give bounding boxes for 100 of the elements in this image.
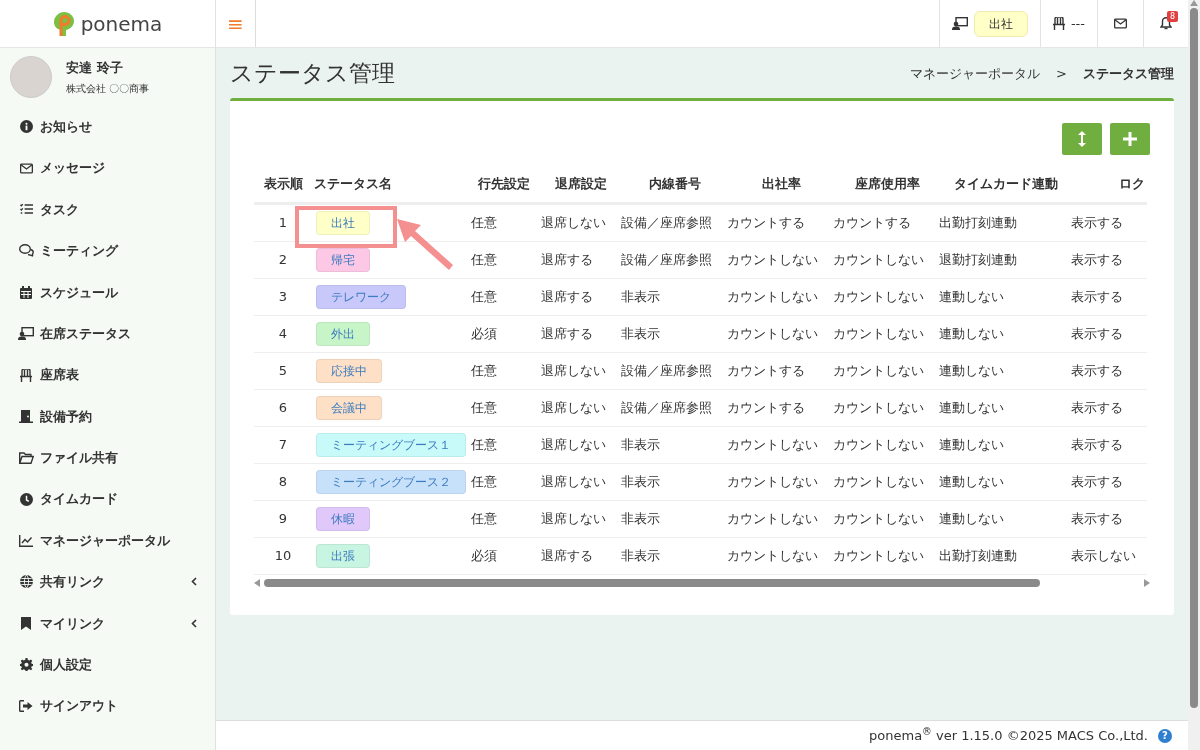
status-tag: 帰宅 (316, 248, 370, 273)
add-button[interactable] (1110, 122, 1150, 155)
breadcrumb-current: ステータス管理 (1083, 65, 1174, 84)
column-header[interactable]: 行先設定 (467, 164, 537, 204)
table-cell: 退席しない (537, 500, 617, 538)
breadcrumb-link[interactable]: マネージャーポータル (910, 64, 1041, 84)
table-cell: カウントしない (829, 315, 935, 353)
table-cell: 任意 (467, 203, 537, 242)
table-cell: 6 (254, 389, 312, 427)
leaf-logo-icon (52, 10, 75, 37)
table-cell: 表示する (1067, 389, 1147, 427)
table-cell: 任意 (467, 352, 537, 390)
sidebar-item[interactable]: スケジュール (0, 271, 215, 313)
column-header[interactable]: ロク (1067, 164, 1147, 204)
table-cell: 出勤打刻連動 (935, 203, 1067, 242)
chevron-left-icon (191, 618, 197, 628)
scroll-right-icon[interactable] (1144, 579, 1150, 588)
table-cell: 表示する (1067, 315, 1147, 353)
table-cell: 退席する (537, 315, 617, 353)
chat-bubbles-icon (18, 244, 34, 258)
table-cell: カウントする (829, 203, 935, 242)
company-name: 株式会社 〇〇商事 (66, 82, 150, 97)
status-tag: 出張 (316, 544, 370, 569)
table-cell: 設備／座席参照 (617, 352, 723, 390)
table-cell: カウントしない (829, 463, 935, 501)
table-cell: 任意 (467, 389, 537, 427)
sidebar-item[interactable]: マイリンク (0, 602, 215, 645)
status-tag: 出社 (316, 211, 370, 236)
table-cell: 2 (254, 241, 312, 279)
table-cell: カウントする (723, 352, 829, 390)
table-cell: 3 (254, 278, 312, 316)
table-cell: 連動しない (935, 389, 1067, 427)
table-cell: 退勤打刻連動 (935, 241, 1067, 279)
table-cell: 設備／座席参照 (617, 241, 723, 279)
column-header[interactable]: 内線番号 (617, 164, 723, 204)
table-cell: 退席しない (537, 463, 617, 501)
scroll-up-icon[interactable] (1190, 0, 1198, 6)
sort-button[interactable] (1062, 122, 1102, 155)
table-cell: カウントしない (723, 278, 829, 316)
column-header[interactable]: タイムカード連動 (935, 164, 1067, 204)
sidebar-item[interactable]: 設備予約 (0, 395, 215, 438)
table-cell: カウントしない (829, 278, 935, 316)
table-cell: 任意 (467, 278, 537, 316)
status-badge[interactable]: 出社 (973, 10, 1028, 37)
line-chart-icon (19, 534, 33, 547)
table-cell: カウントしない (723, 463, 829, 501)
table-cell: 表示しない (1067, 537, 1147, 575)
column-header[interactable]: 退席設定 (537, 164, 617, 204)
globe-icon (19, 575, 33, 589)
table-cell: 1 (254, 203, 312, 242)
status-tag: 休暇 (316, 507, 370, 532)
table-cell: 非表示 (617, 315, 723, 353)
sidebar-item[interactable]: 共有リンク (0, 561, 215, 603)
sidebar-item[interactable]: サインアウト (0, 685, 215, 727)
status-tag: テレワーク (316, 285, 406, 310)
folder-icon (18, 451, 34, 464)
horizontal-scrollbar[interactable] (264, 579, 1040, 588)
sidebar-item[interactable]: タスク (0, 188, 215, 231)
status-tag: ミーティングブース１ (316, 433, 466, 458)
help-button[interactable]: ? (1158, 728, 1172, 743)
chair-icon (1052, 17, 1065, 30)
scroll-left-icon[interactable] (254, 579, 260, 588)
column-header[interactable]: 座席使用率 (829, 164, 935, 204)
gear-icon (19, 658, 33, 672)
seat-text[interactable]: --- (1070, 13, 1085, 34)
page-scrollbar[interactable] (1190, 8, 1198, 708)
table-cell: 退席しない (537, 426, 617, 464)
sidebar-item[interactable]: タイムカード (0, 478, 215, 520)
table-cell: 連動しない (935, 500, 1067, 538)
column-header[interactable]: ステータス名 (312, 164, 467, 204)
checklist-icon (19, 203, 33, 216)
copyright-text: ponema$^{®}$ ver 1.15.0 ©2025 MACS Co.,Ltd. (869, 725, 1148, 745)
status-tag: 応接中 (316, 359, 382, 384)
sidebar-item[interactable]: マネージャーポータル (0, 519, 215, 562)
envelope-icon (1114, 18, 1127, 29)
sidebar-item[interactable]: メッセージ (0, 147, 215, 189)
user-name: 安達 玲子 (66, 58, 124, 77)
user-avatar (10, 56, 52, 98)
column-header[interactable]: 表示順 (254, 164, 312, 204)
notification-count: 8 (1166, 11, 1178, 22)
sidebar-item[interactable]: ミーティング (0, 230, 215, 272)
vertical-arrows-icon (1077, 130, 1087, 147)
table-cell: 非表示 (617, 426, 723, 464)
table-cell: 任意 (467, 500, 537, 538)
column-header[interactable]: 出社率 (723, 164, 829, 204)
table-cell: 連動しない (935, 278, 1067, 316)
sidebar-item[interactable]: 個人設定 (0, 644, 215, 686)
breadcrumb-separator: > (1056, 65, 1067, 84)
table-cell: 退席する (537, 241, 617, 279)
sidebar-item[interactable]: 在席ステータス (0, 312, 215, 355)
sidebar-item[interactable]: ファイル共有 (0, 437, 215, 479)
table-cell: カウントしない (723, 500, 829, 538)
chevron-left-icon (191, 577, 197, 587)
sidebar-item[interactable]: 座席表 (0, 354, 215, 396)
table-cell: 退席しない (537, 203, 617, 242)
table-cell: 連動しない (935, 352, 1067, 390)
table-cell: カウントしない (723, 426, 829, 464)
info-icon (19, 120, 33, 134)
table-cell: 4 (254, 315, 312, 353)
sidebar-item[interactable]: お知らせ (0, 106, 215, 148)
